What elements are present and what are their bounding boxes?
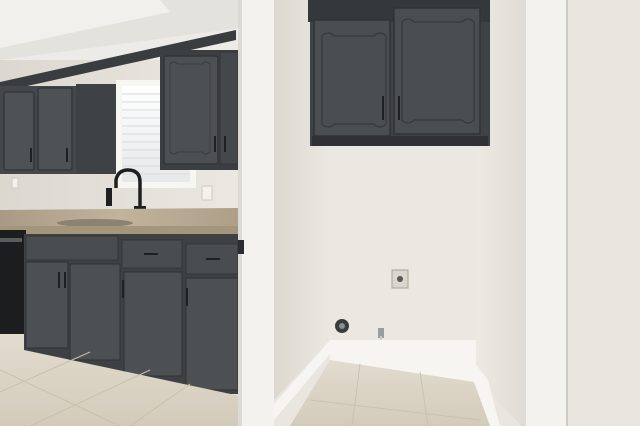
outlet	[11, 177, 19, 189]
cabinet-handle	[382, 96, 384, 120]
laundry-cabinet-door-right	[393, 7, 481, 135]
outlet	[201, 185, 213, 201]
gas-valve-inner	[339, 323, 345, 329]
laundry-cabinet-door-left	[313, 19, 391, 137]
photo-scene	[0, 0, 640, 426]
drawer-pull	[144, 253, 158, 255]
cabinet-handle	[64, 272, 66, 288]
scene-svg	[0, 0, 640, 426]
drawer-pull	[206, 258, 220, 260]
cabinet-handle	[186, 288, 188, 306]
dishwasher	[0, 230, 26, 334]
sink	[57, 219, 133, 227]
cabinet-handle	[58, 272, 60, 288]
cabinet-handle	[66, 148, 68, 162]
door-frame-left	[238, 0, 274, 426]
lower-door-3	[123, 271, 183, 377]
cabinet-handle	[214, 136, 216, 152]
dishwasher-handle	[0, 238, 22, 242]
upper-cabinet-door-4	[219, 51, 239, 165]
cabinet-handle	[398, 96, 400, 120]
door-frame-shadow	[238, 0, 242, 426]
laundry-cabinet-base	[312, 136, 488, 146]
door-frame-right	[520, 0, 568, 426]
drawer-1	[25, 235, 119, 261]
lower-door-4	[185, 277, 239, 391]
door-frame-right-shadow	[520, 0, 526, 426]
upper-cabinet-door-1	[3, 91, 35, 171]
faucet-handle	[106, 188, 112, 206]
door-hinge	[238, 240, 244, 254]
cabinet-handle	[224, 136, 226, 152]
dryer-outlet-socket	[397, 276, 403, 282]
hallway-wall-edge	[566, 0, 568, 426]
cabinet-handle	[122, 280, 124, 298]
cabinet-handle	[30, 148, 32, 162]
lower-door-2	[69, 263, 121, 361]
lower-door-1	[25, 261, 69, 349]
upper-cabinet-side	[76, 84, 116, 174]
hallway-wall	[566, 0, 640, 426]
